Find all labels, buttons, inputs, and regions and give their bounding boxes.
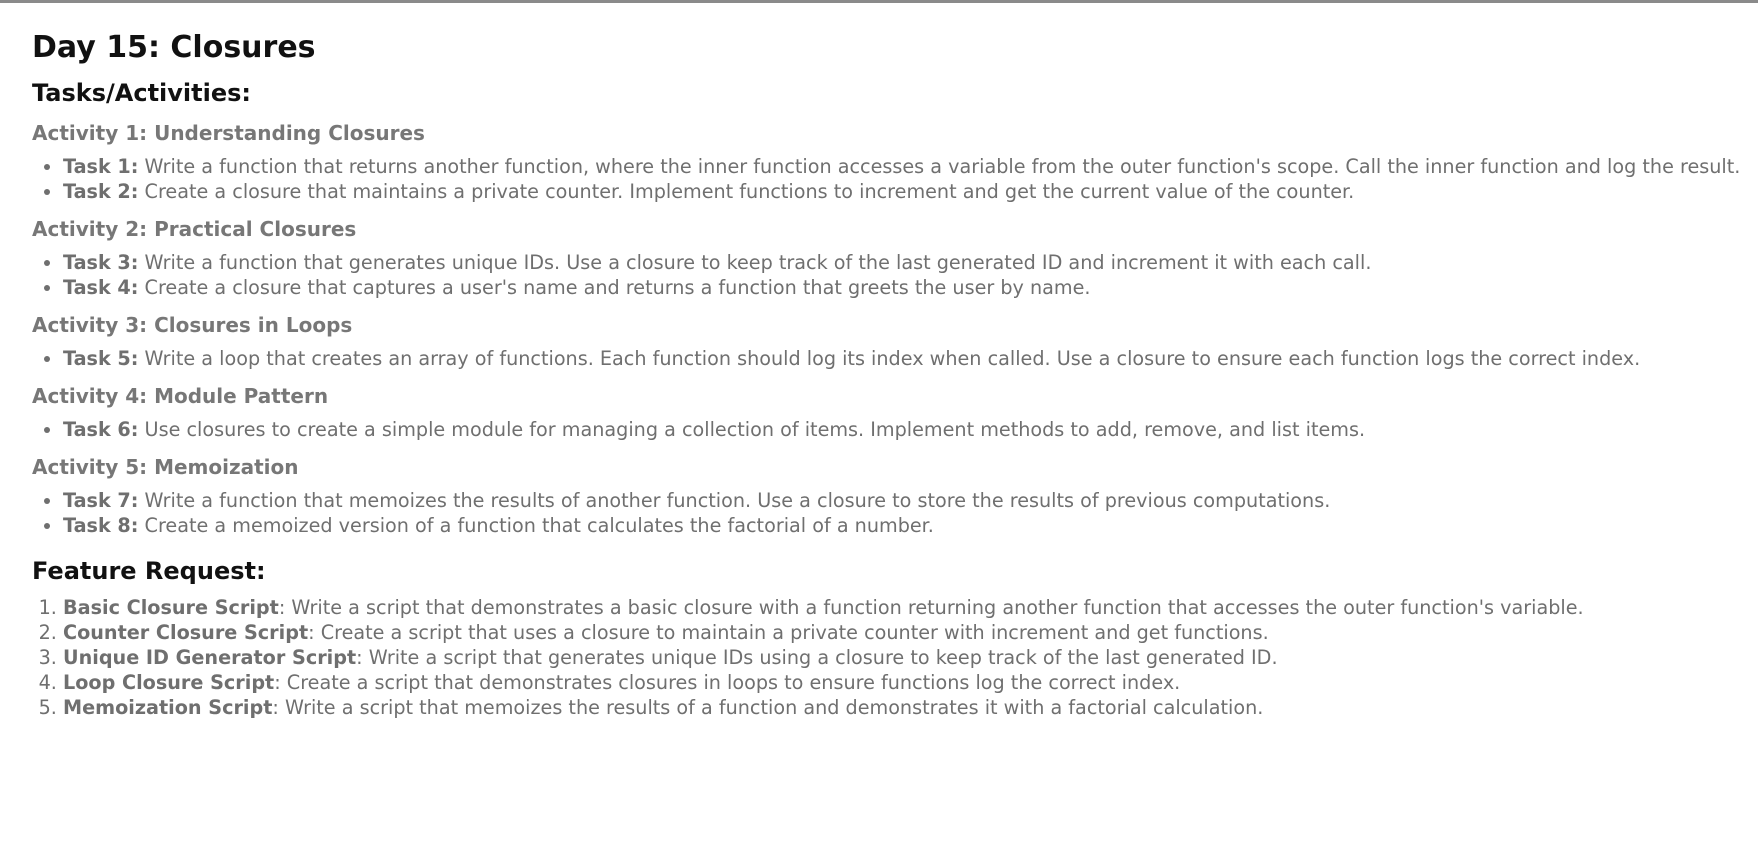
task-text: Write a loop that creates an array of fu…	[138, 347, 1641, 370]
task-item: Task 7: Write a function that memoizes t…	[63, 488, 1732, 513]
task-item: Task 1: Write a function that returns an…	[63, 154, 1740, 179]
activity-heading: Activity 1: Understanding Closures	[32, 121, 425, 145]
feature-label: Basic Closure Script	[63, 596, 279, 619]
task-item: Task 2: Create a closure that maintains …	[63, 179, 1732, 204]
page-title: Day 15: Closures	[32, 30, 316, 65]
feature-label: Loop Closure Script	[63, 671, 275, 694]
activity-heading: Activity 4: Module Pattern	[32, 384, 329, 408]
task-label: Task 4:	[63, 276, 139, 299]
feature-text: : Write a script that generates unique I…	[356, 646, 1278, 669]
task-item: Task 6: Use closures to create a simple …	[63, 417, 1732, 442]
activity-heading: Activity 5: Memoization	[32, 455, 299, 479]
task-text: Use closures to create a simple module f…	[138, 418, 1366, 441]
task-text: Create a memoized version of a function …	[138, 514, 934, 537]
task-text: Write a function that generates unique I…	[138, 251, 1372, 274]
task-list: Task 6: Use closures to create a simple …	[32, 417, 1732, 442]
task-list: Task 5: Write a loop that creates an arr…	[32, 346, 1732, 371]
feature-text: : Write a script that memoizes the resul…	[272, 696, 1264, 719]
activity-5: Activity 5: Memoization Task 7: Write a …	[32, 454, 1732, 538]
feature-request-heading: Feature Request:	[32, 557, 266, 585]
task-item: Task 8: Create a memoized version of a f…	[63, 513, 1732, 538]
task-list: Task 7: Write a function that memoizes t…	[32, 488, 1732, 538]
tasks-heading: Tasks/Activities:	[32, 79, 251, 107]
task-item: Task 4: Create a closure that captures a…	[63, 275, 1732, 300]
activity-3: Activity 3: Closures in Loops Task 5: Wr…	[32, 312, 1732, 371]
activity-heading: Activity 2: Practical Closures	[32, 217, 357, 241]
task-list: Task 1: Write a function that returns an…	[32, 154, 1740, 204]
feature-item: Unique ID Generator Script: Write a scri…	[63, 645, 1732, 670]
task-label: Task 3:	[63, 251, 139, 274]
feature-list: Basic Closure Script: Write a script tha…	[32, 595, 1732, 720]
task-label: Task 1:	[63, 155, 139, 178]
task-label: Task 5:	[63, 347, 139, 370]
task-item: Task 3: Write a function that generates …	[63, 250, 1732, 275]
activity-2: Activity 2: Practical Closures Task 3: W…	[32, 216, 1732, 300]
feature-item: Basic Closure Script: Write a script tha…	[63, 595, 1732, 620]
task-list: Task 3: Write a function that generates …	[32, 250, 1732, 300]
feature-text: : Create a script that demonstrates clos…	[274, 671, 1181, 694]
task-item: Task 5: Write a loop that creates an arr…	[63, 346, 1732, 371]
task-text: Create a closure that maintains a privat…	[138, 180, 1355, 203]
top-divider	[0, 0, 1758, 3]
feature-label: Memoization Script	[63, 696, 273, 719]
feature-label: Counter Closure Script	[63, 621, 309, 644]
activity-1: Activity 1: Understanding Closures Task …	[32, 120, 1740, 204]
task-text: Write a function that memoizes the resul…	[138, 489, 1331, 512]
task-text: Write a function that returns another fu…	[138, 155, 1741, 178]
feature-label: Unique ID Generator Script	[63, 646, 357, 669]
feature-item: Memoization Script: Write a script that …	[63, 695, 1732, 720]
task-label: Task 7:	[63, 489, 139, 512]
feature-item: Counter Closure Script: Create a script …	[63, 620, 1732, 645]
activity-4: Activity 4: Module Pattern Task 6: Use c…	[32, 383, 1732, 442]
task-label: Task 2:	[63, 180, 139, 203]
task-label: Task 6:	[63, 418, 139, 441]
task-text: Create a closure that captures a user's …	[138, 276, 1091, 299]
feature-item: Loop Closure Script: Create a script tha…	[63, 670, 1732, 695]
task-label: Task 8:	[63, 514, 139, 537]
document-content: Day 15: Closures Tasks/Activities: Activ…	[32, 28, 1740, 720]
feature-text: : Write a script that demonstrates a bas…	[278, 596, 1584, 619]
activity-heading: Activity 3: Closures in Loops	[32, 313, 353, 337]
feature-text: : Create a script that uses a closure to…	[308, 621, 1269, 644]
